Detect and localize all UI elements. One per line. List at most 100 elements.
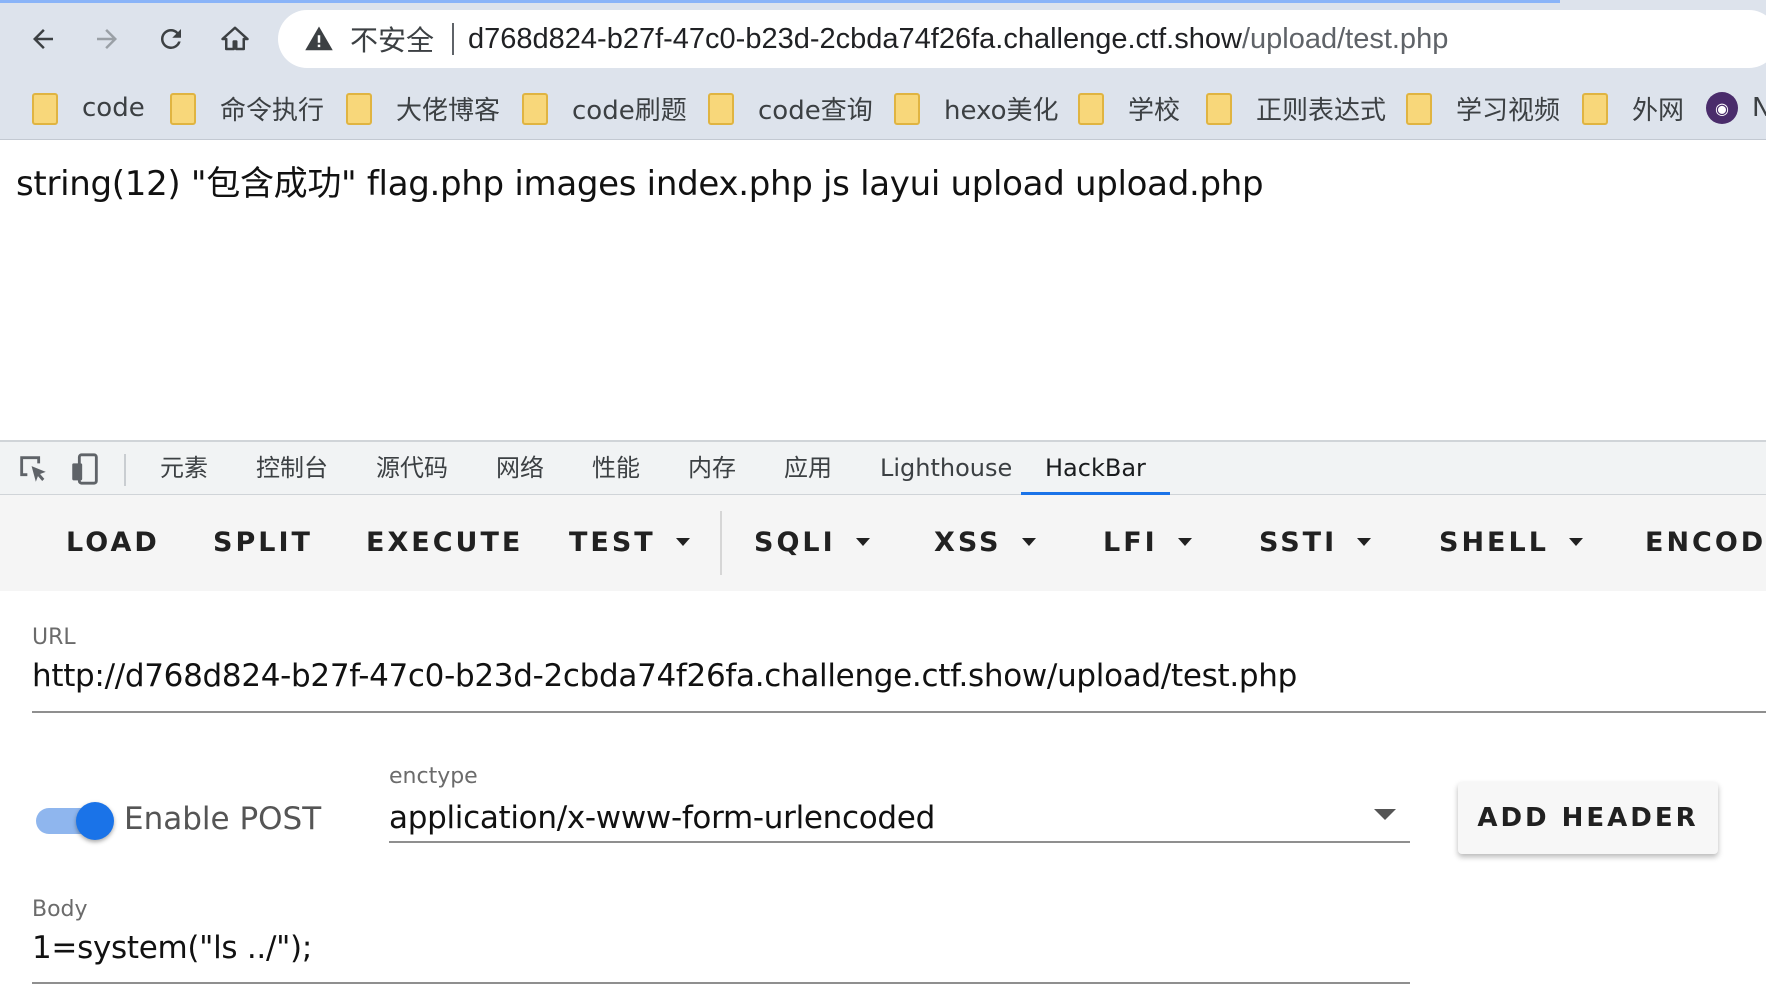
tab-memory[interactable]: 内存: [688, 442, 736, 495]
url-input-underline: [32, 711, 1766, 713]
bookmarks-bar: code 命令执行 大佬博客 code刷题 code查询 hexo美化 学校 正…: [0, 76, 1766, 140]
folder-icon: [1206, 93, 1232, 125]
bookmark-folder-code-lookup[interactable]: code查询: [708, 86, 873, 130]
caret-down-icon: [1568, 537, 1583, 546]
folder-icon: [1582, 93, 1608, 125]
xss-menu-label: XSS: [934, 527, 1002, 558]
bookmark-folder-videos[interactable]: 学习视频: [1406, 86, 1560, 130]
page-output-text: string(12) "包含成功" flag.php images index.…: [16, 164, 1264, 204]
bookmark-folder-code-practice[interactable]: code刷题: [522, 86, 687, 130]
ssti-menu-label: SSTI: [1259, 527, 1338, 558]
tab-sources[interactable]: 源代码: [376, 442, 448, 495]
dropdown-arrow-icon[interactable]: [1374, 809, 1396, 820]
bookmark-folder-blogs[interactable]: 大佬博客: [346, 86, 500, 130]
devtools-divider: [124, 454, 126, 486]
body-input[interactable]: 1=system("ls ../");: [32, 930, 312, 966]
test-menu-label: TEST: [569, 527, 656, 558]
caret-down-icon: [1021, 537, 1036, 546]
sqli-menu-button[interactable]: SQLI: [754, 523, 870, 563]
bookmark-folder-command-exec[interactable]: 命令执行: [170, 86, 324, 130]
home-icon: [221, 26, 249, 51]
folder-icon: [708, 93, 734, 125]
bookmark-label: code刷题: [572, 95, 687, 126]
url-input[interactable]: http://d768d824-b27f-47c0-b23d-2cbda74f2…: [32, 658, 1297, 694]
tab-elements[interactable]: 元素: [160, 442, 208, 495]
tab-performance[interactable]: 性能: [592, 442, 640, 495]
back-arrow-icon: [33, 29, 53, 49]
execute-button[interactable]: EXECUTE: [366, 523, 523, 563]
load-button-label: LOAD: [66, 527, 160, 558]
bookmark-label: 正则表达式: [1256, 95, 1387, 126]
split-button-label: SPLIT: [213, 527, 313, 558]
ssti-menu-button[interactable]: SSTI: [1259, 523, 1372, 563]
load-button[interactable]: LOAD: [66, 523, 160, 563]
enctype-select[interactable]: application/x-www-form-urlencoded: [389, 800, 935, 836]
tab-network[interactable]: 网络: [496, 442, 544, 495]
test-menu-button[interactable]: TEST: [569, 523, 690, 563]
url-path: /upload/test.php: [1241, 22, 1449, 55]
inspect-element-icon[interactable]: [16, 452, 50, 486]
xss-menu-button[interactable]: XSS: [934, 523, 1036, 563]
folder-icon: [32, 93, 58, 125]
folder-icon: [522, 93, 548, 125]
address-url[interactable]: d768d824-b27f-47c0-b23d-2cbda74f26fa.cha…: [468, 23, 1448, 56]
folder-icon: [1078, 93, 1104, 125]
lfi-menu-button[interactable]: LFI: [1103, 523, 1192, 563]
page-load-progress: [0, 0, 1560, 3]
bookmark-label: 外网: [1632, 95, 1685, 126]
sqli-menu-label: SQLI: [754, 527, 836, 558]
bookmark-folder-external[interactable]: 外网: [1582, 86, 1684, 130]
warning-icon[interactable]: [304, 24, 334, 54]
bookmark-folder-hexo[interactable]: hexo美化: [894, 86, 1059, 130]
bookmark-folder-regex[interactable]: 正则表达式: [1206, 86, 1386, 130]
caret-down-icon: [855, 537, 870, 546]
folder-icon: [170, 93, 196, 125]
caret-down-icon: [1357, 537, 1372, 546]
split-button[interactable]: SPLIT: [213, 523, 313, 563]
bookmark-site-n[interactable]: ◉N: [1706, 86, 1766, 130]
address-bar[interactable]: 不安全 d768d824-b27f-47c0-b23d-2cbda74f26fa…: [278, 10, 1766, 68]
bookmark-label: 大佬博客: [396, 95, 501, 126]
folder-icon: [894, 93, 920, 125]
toolbar-divider: [720, 511, 722, 575]
bookmark-folder-code[interactable]: code: [32, 86, 145, 130]
home-button[interactable]: [212, 16, 258, 62]
folder-icon: [1406, 93, 1432, 125]
reload-button[interactable]: [148, 16, 194, 62]
bookmark-label: 学习视频: [1456, 95, 1561, 126]
bookmark-label: code: [82, 93, 145, 123]
bookmark-label: N: [1752, 93, 1766, 123]
hackbar-toolbar: LOAD SPLIT EXECUTE TEST SQLI XSS LFI SST…: [0, 495, 1766, 591]
encoding-menu-button[interactable]: ENCODING: [1645, 523, 1766, 563]
shell-menu-label: SHELL: [1439, 527, 1549, 558]
browser-toolbar: 不安全 d768d824-b27f-47c0-b23d-2cbda74f26fa…: [0, 0, 1766, 76]
add-header-button[interactable]: ADD HEADER: [1458, 782, 1718, 854]
bookmark-label: hexo美化: [944, 95, 1059, 126]
bookmark-folder-school[interactable]: 学校: [1078, 86, 1180, 130]
bookmark-label: 学校: [1128, 95, 1181, 126]
forward-button[interactable]: [84, 16, 130, 62]
lfi-menu-label: LFI: [1103, 527, 1158, 558]
tab-console[interactable]: 控制台: [256, 442, 328, 495]
toggle-thumb: [76, 802, 114, 840]
caret-down-icon: [675, 537, 690, 546]
tab-hackbar[interactable]: HackBar: [1021, 442, 1170, 495]
shell-menu-button[interactable]: SHELL: [1439, 523, 1583, 563]
reload-icon: [160, 28, 181, 49]
enable-post-toggle[interactable]: [36, 802, 114, 840]
folder-icon: [346, 93, 372, 125]
bookmark-label: code查询: [758, 95, 873, 126]
url-host: d768d824-b27f-47c0-b23d-2cbda74f26fa.cha…: [468, 22, 1242, 55]
device-toolbar-icon[interactable]: [68, 452, 102, 486]
enctype-label: enctype: [389, 764, 478, 789]
encoding-menu-label: ENCODING: [1645, 527, 1766, 558]
security-status[interactable]: 不安全: [350, 19, 434, 59]
back-button[interactable]: [20, 16, 66, 62]
url-field-label: URL: [32, 625, 76, 650]
tab-application[interactable]: 应用: [784, 442, 832, 495]
tab-lighthouse[interactable]: Lighthouse: [880, 442, 1012, 495]
enctype-underline: [389, 841, 1410, 843]
enable-post-label: Enable POST: [124, 801, 322, 837]
caret-down-icon: [1177, 537, 1192, 546]
site-favicon-icon: ◉: [1706, 92, 1738, 124]
